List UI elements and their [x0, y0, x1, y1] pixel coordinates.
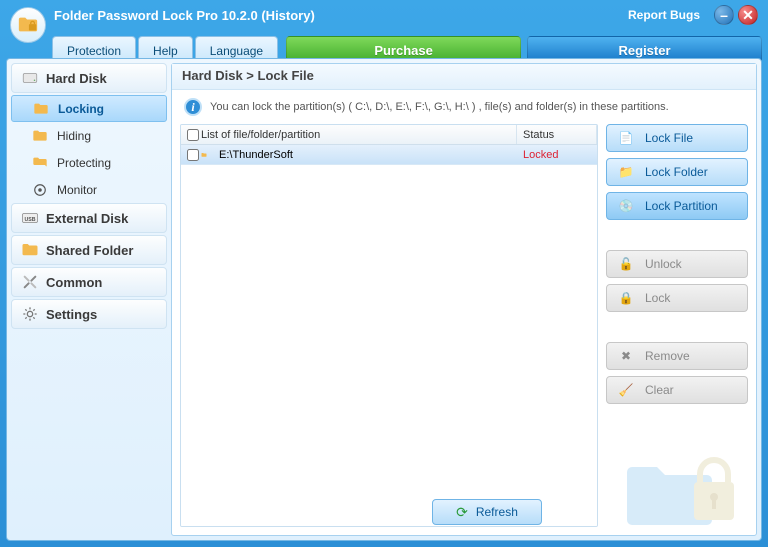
list-header: List of file/folder/partition Status [181, 125, 597, 145]
sidebar: Hard Disk Locking Hiding Protecting Moni… [7, 59, 171, 540]
file-list: List of file/folder/partition Status E:\… [180, 124, 598, 527]
lock-file-button[interactable]: 📄 Lock File [606, 124, 748, 152]
button-label: Lock Folder [645, 165, 708, 179]
col-path[interactable]: List of file/folder/partition [195, 125, 517, 144]
main-frame: Hard Disk Locking Hiding Protecting Moni… [6, 58, 762, 541]
hard-disk-icon [20, 68, 40, 88]
disc-icon: 💿 [617, 199, 635, 213]
refresh-icon: ⟳ [456, 504, 468, 521]
folder-icon [32, 100, 50, 118]
lock-partition-button[interactable]: 💿 Lock Partition [606, 192, 748, 220]
breadcrumb: Hard Disk > Lock File [172, 64, 756, 90]
sidebar-label: Hard Disk [46, 71, 107, 86]
info-bar: i You can lock the partition(s) ( C:\, D… [172, 90, 756, 124]
folder-icon [195, 148, 213, 162]
lock-button[interactable]: 🔒 Lock [606, 284, 748, 312]
button-label: Lock File [645, 131, 693, 145]
button-label: Unlock [645, 257, 682, 271]
button-label: Clear [645, 383, 674, 397]
close-button[interactable]: ✕ [738, 5, 758, 25]
button-label: Refresh [476, 505, 518, 519]
sidebar-item-label: Protecting [57, 156, 111, 170]
sidebar-item-monitor[interactable]: Monitor [11, 176, 167, 203]
sidebar-cat-common[interactable]: Common [11, 267, 167, 297]
unlock-icon: 🔓 [617, 257, 635, 271]
report-bugs-link[interactable]: Report Bugs [628, 8, 700, 22]
remove-button[interactable]: ✖ Remove [606, 342, 748, 370]
button-label: Remove [645, 349, 690, 363]
folder-icon [31, 154, 49, 172]
sidebar-label: External Disk [46, 211, 128, 226]
window-title: Folder Password Lock Pro 10.2.0 (History… [54, 8, 315, 23]
folder-icon: 📁 [617, 165, 635, 179]
lock-icon: 🔒 [617, 291, 635, 305]
sidebar-item-label: Hiding [57, 129, 91, 143]
row-path: E:\ThunderSoft [213, 149, 517, 161]
lock-folder-button[interactable]: 📁 Lock Folder [606, 158, 748, 186]
sidebar-cat-hard-disk[interactable]: Hard Disk [11, 63, 167, 93]
title-bar: Folder Password Lock Pro 10.2.0 (History… [0, 0, 768, 30]
sidebar-label: Common [46, 275, 102, 290]
info-icon: i [184, 98, 202, 116]
unlock-button[interactable]: 🔓 Unlock [606, 250, 748, 278]
gear-icon [20, 304, 40, 324]
sidebar-item-locking[interactable]: Locking [11, 95, 167, 122]
sidebar-item-hiding[interactable]: Hiding [11, 122, 167, 149]
sidebar-label: Settings [46, 307, 97, 322]
decorative-lock-image [622, 437, 742, 527]
sidebar-cat-settings[interactable]: Settings [11, 299, 167, 329]
button-label: Lock Partition [645, 199, 718, 213]
monitor-icon [31, 181, 49, 199]
clear-icon: 🧹 [617, 383, 635, 397]
clear-button[interactable]: 🧹 Clear [606, 376, 748, 404]
list-body[interactable]: E:\ThunderSoft Locked [181, 145, 597, 526]
sidebar-item-protecting[interactable]: Protecting [11, 149, 167, 176]
folder-icon [20, 240, 40, 260]
list-row[interactable]: E:\ThunderSoft Locked [181, 145, 597, 165]
row-status: Locked [517, 149, 597, 161]
refresh-button[interactable]: ⟳ Refresh [432, 499, 542, 525]
button-label: Lock [645, 291, 670, 305]
sidebar-item-label: Locking [58, 102, 104, 116]
info-text: You can lock the partition(s) ( C:\, D:\… [210, 101, 669, 113]
file-icon: 📄 [617, 131, 635, 145]
minimize-button[interactable]: – [714, 5, 734, 25]
app-logo [10, 7, 46, 43]
content-panel: Hard Disk > Lock File i You can lock the… [171, 63, 757, 536]
usb-icon: USB [20, 208, 40, 228]
folder-lock-icon [17, 14, 39, 36]
sidebar-cat-external-disk[interactable]: USB External Disk [11, 203, 167, 233]
folder-icon [31, 127, 49, 145]
col-status[interactable]: Status [517, 125, 597, 144]
sidebar-label: Shared Folder [46, 243, 133, 258]
sidebar-item-label: Monitor [57, 183, 97, 197]
remove-icon: ✖ [617, 349, 635, 363]
sidebar-cat-shared-folder[interactable]: Shared Folder [11, 235, 167, 265]
tools-icon [20, 272, 40, 292]
svg-text:USB: USB [24, 217, 35, 223]
